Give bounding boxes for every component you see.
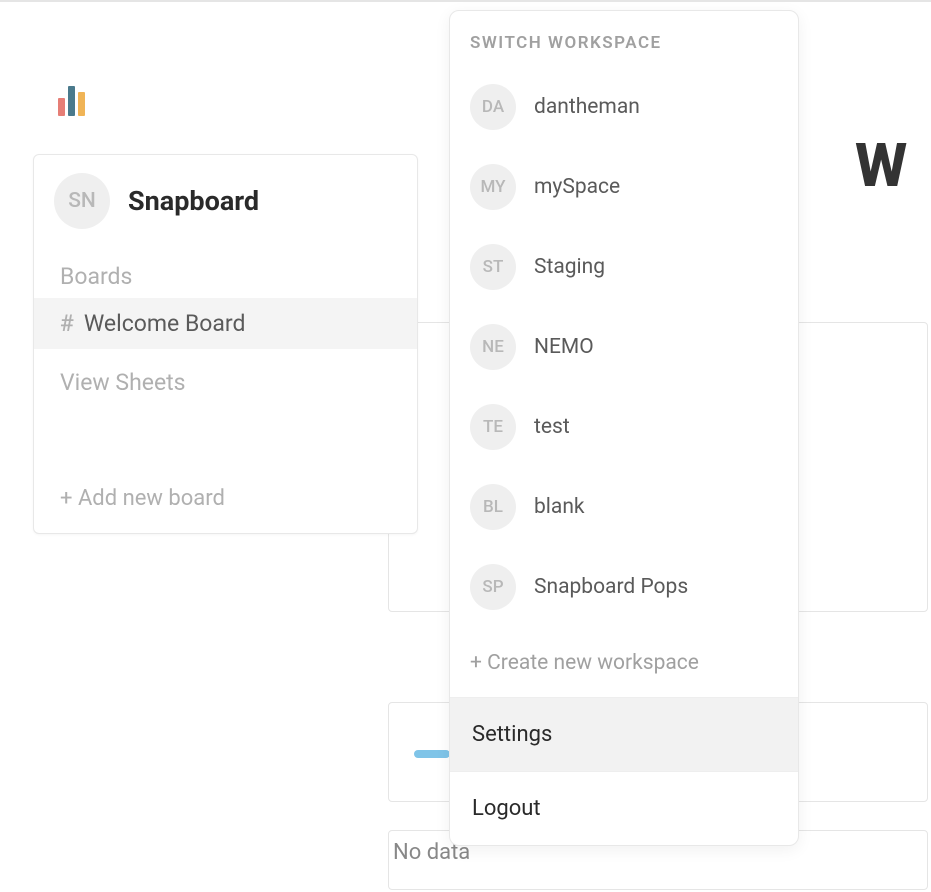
workspace-item[interactable]: BL blank <box>450 467 798 547</box>
page-title: W <box>855 130 907 201</box>
logo-bar-icon <box>68 86 75 116</box>
workspace-item-label: dantheman <box>534 95 640 119</box>
workspace-avatar: SN <box>54 173 110 229</box>
avatar: BL <box>470 484 516 530</box>
workspace-dropdown: SWITCH WORKSPACE DA dantheman MY mySpace… <box>449 10 799 846</box>
boards-section-label: Boards <box>34 247 417 298</box>
avatar: ST <box>470 244 516 290</box>
avatar: SP <box>470 564 516 610</box>
hash-icon: # <box>60 310 74 337</box>
avatar: DA <box>470 84 516 130</box>
dropdown-header: SWITCH WORKSPACE <box>450 11 798 67</box>
workspace-item[interactable]: ST Staging <box>450 227 798 307</box>
workspace-name: Snapboard <box>128 185 259 217</box>
workspace-list: DA dantheman MY mySpace ST Staging NE NE… <box>450 67 798 633</box>
view-sheets-link[interactable]: View Sheets <box>34 349 417 416</box>
workspace-item-label: test <box>534 415 570 439</box>
settings-button[interactable]: Settings <box>450 698 798 771</box>
workspace-item-label: Staging <box>534 255 605 279</box>
workspace-header[interactable]: SN Snapboard <box>34 155 417 247</box>
workspace-item[interactable]: TE test <box>450 387 798 467</box>
workspace-item-label: blank <box>534 495 585 519</box>
workspace-item[interactable]: NE NEMO <box>450 307 798 387</box>
board-name: Welcome Board <box>84 310 246 337</box>
workspace-item-label: mySpace <box>534 175 620 199</box>
logout-button[interactable]: Logout <box>450 772 798 845</box>
avatar: TE <box>470 404 516 450</box>
avatar: MY <box>470 164 516 210</box>
avatar: NE <box>470 324 516 370</box>
create-workspace-button[interactable]: + Create new workspace <box>450 633 798 697</box>
logo-bar-icon <box>58 98 65 116</box>
logo-bar-icon <box>78 92 85 116</box>
workspace-item[interactable]: MY mySpace <box>450 147 798 227</box>
logo <box>58 84 85 116</box>
sidebar-panel: SN Snapboard Boards # Welcome Board View… <box>33 154 418 534</box>
blue-indicator <box>414 750 450 758</box>
add-board-button[interactable]: + Add new board <box>34 466 417 533</box>
workspace-item[interactable]: SP Snapboard Pops <box>450 547 798 627</box>
board-item[interactable]: # Welcome Board <box>34 298 417 349</box>
workspace-item[interactable]: DA dantheman <box>450 67 798 147</box>
workspace-item-label: Snapboard Pops <box>534 575 688 599</box>
workspace-item-label: NEMO <box>534 335 594 359</box>
